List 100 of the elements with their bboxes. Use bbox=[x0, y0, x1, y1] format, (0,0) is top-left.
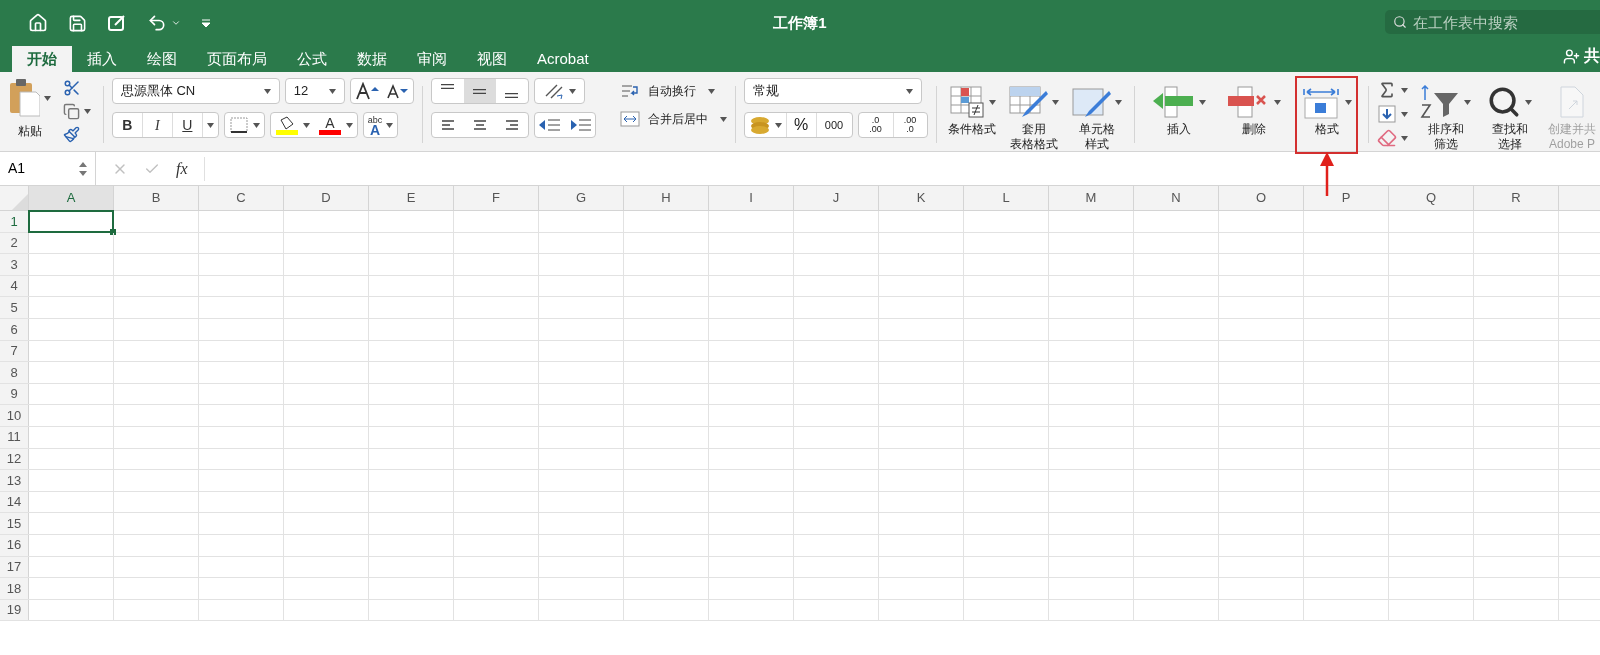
font-style-button[interactable]: I bbox=[142, 113, 173, 137]
row-header[interactable]: 1 bbox=[0, 211, 29, 232]
ribbon-button[interactable]: 插入 bbox=[1147, 78, 1211, 152]
column-header[interactable]: P bbox=[1304, 186, 1389, 210]
caret-icon[interactable] bbox=[905, 88, 913, 94]
caret-icon[interactable] bbox=[1525, 99, 1532, 105]
borders-icon[interactable] bbox=[228, 116, 249, 134]
row-header[interactable]: 15 bbox=[0, 513, 29, 534]
customize-icon[interactable] bbox=[201, 18, 211, 28]
row-header[interactable]: 3 bbox=[0, 254, 29, 275]
column-header[interactable]: B bbox=[114, 186, 199, 210]
cut-icon[interactable] bbox=[63, 79, 81, 97]
row-header[interactable]: 6 bbox=[0, 318, 29, 340]
row-header[interactable]: 18 bbox=[0, 578, 29, 599]
add-person-icon[interactable] bbox=[1563, 47, 1580, 65]
ribbon-tab[interactable]: Acrobat bbox=[522, 46, 604, 72]
ribbon-button[interactable]: 格式 bbox=[1297, 78, 1357, 152]
row-header[interactable]: 5 bbox=[0, 297, 29, 318]
eraser-icon[interactable] bbox=[1377, 128, 1397, 148]
caret-icon[interactable] bbox=[719, 116, 727, 122]
stepper-icon[interactable] bbox=[79, 161, 87, 176]
save-icon[interactable] bbox=[68, 13, 87, 33]
decrease-decimal-button[interactable]: .00 .0 bbox=[892, 113, 927, 137]
ribbon-tab[interactable]: 绘图 bbox=[132, 46, 192, 72]
column-header[interactable]: K bbox=[879, 186, 964, 210]
caret-icon[interactable] bbox=[1115, 99, 1123, 105]
ribbon-button[interactable]: 单元格 样式 bbox=[1067, 78, 1127, 152]
ribbon-tab[interactable]: 视图 bbox=[462, 46, 522, 72]
function-button[interactable]: fx bbox=[176, 156, 188, 181]
search-field[interactable]: 在工作表中搜索 bbox=[1385, 10, 1600, 34]
increase-font-icon[interactable] bbox=[354, 82, 381, 100]
name-box[interactable]: A1 bbox=[0, 152, 96, 185]
wrap-text-button[interactable]: 自动换行 bbox=[619, 82, 727, 100]
merge-center-button[interactable]: 合并后居中 bbox=[619, 110, 727, 128]
caret-icon[interactable] bbox=[774, 122, 782, 128]
column-header[interactable]: I bbox=[709, 186, 794, 210]
caret-icon[interactable] bbox=[1464, 99, 1471, 105]
ribbon-tab[interactable]: 数据 bbox=[342, 46, 402, 72]
column-header[interactable]: E bbox=[369, 186, 454, 210]
decrease-font-icon[interactable] bbox=[384, 82, 409, 100]
undo-icon[interactable] bbox=[147, 13, 167, 33]
caret-icon[interactable] bbox=[1199, 99, 1207, 105]
selected-cell[interactable] bbox=[28, 210, 114, 233]
row-header[interactable]: 10 bbox=[0, 405, 29, 426]
row-header[interactable]: 8 bbox=[0, 362, 29, 383]
percent-button[interactable]: % bbox=[785, 113, 816, 137]
column-header[interactable]: C bbox=[199, 186, 284, 210]
caret-icon[interactable] bbox=[44, 95, 51, 101]
home-icon[interactable] bbox=[28, 13, 48, 33]
caret-icon[interactable] bbox=[386, 122, 394, 128]
ribbon-tab[interactable]: 开始 bbox=[12, 46, 72, 72]
caret-icon[interactable] bbox=[1052, 99, 1060, 105]
caret-icon[interactable] bbox=[1401, 111, 1408, 117]
caret-icon[interactable] bbox=[84, 109, 91, 114]
font-style-button[interactable]: U bbox=[172, 113, 203, 137]
row-header[interactable]: 7 bbox=[0, 340, 29, 362]
row-header[interactable]: 9 bbox=[0, 383, 29, 405]
row-header[interactable]: 11 bbox=[0, 426, 29, 448]
font-name-field[interactable]: 思源黑体 CN bbox=[111, 78, 280, 104]
copy-icon[interactable] bbox=[63, 103, 80, 120]
number-format-field[interactable]: 常规 bbox=[743, 78, 922, 104]
caret-icon[interactable] bbox=[206, 122, 214, 128]
column-header[interactable]: R bbox=[1474, 186, 1559, 210]
ribbon-button[interactable]: 套用 表格格式 bbox=[1004, 78, 1064, 152]
caret-icon[interactable] bbox=[252, 122, 260, 128]
row-header[interactable]: 19 bbox=[0, 599, 29, 621]
comma-button[interactable]: 000 bbox=[815, 113, 852, 137]
caret-icon[interactable] bbox=[988, 99, 996, 105]
row-header[interactable]: 12 bbox=[0, 448, 29, 470]
caret-icon[interactable] bbox=[1401, 87, 1408, 93]
ribbon-tab[interactable]: 页面布局 bbox=[192, 46, 282, 72]
row-header[interactable]: 2 bbox=[0, 232, 29, 254]
ribbon-button[interactable]: 删除 bbox=[1222, 78, 1286, 152]
format-painter-icon[interactable] bbox=[63, 126, 80, 143]
ribbon-tab[interactable]: 公式 bbox=[282, 46, 342, 72]
edit-icon[interactable] bbox=[107, 13, 127, 33]
column-header[interactable]: J bbox=[794, 186, 879, 210]
caret-icon[interactable] bbox=[1274, 99, 1282, 105]
row-header[interactable]: 13 bbox=[0, 470, 29, 491]
ribbon-tab[interactable]: 审阅 bbox=[402, 46, 462, 72]
increase-decimal-button[interactable]: .0 .00 bbox=[858, 113, 893, 137]
caret-icon[interactable] bbox=[1345, 99, 1353, 105]
ribbon-button[interactable]: 排序和 筛选 bbox=[1416, 78, 1475, 152]
font-size-field[interactable]: 12 bbox=[284, 78, 345, 104]
paste-button[interactable]: 粘贴 bbox=[8, 78, 51, 143]
row-header[interactable]: 14 bbox=[0, 491, 29, 513]
caret-icon[interactable] bbox=[328, 88, 336, 94]
column-header[interactable]: G bbox=[539, 186, 624, 210]
column-header[interactable]: Q bbox=[1389, 186, 1474, 210]
share-button[interactable]: 共 bbox=[1584, 44, 1600, 68]
row-header[interactable]: 17 bbox=[0, 556, 29, 578]
caret-icon[interactable] bbox=[1401, 135, 1408, 141]
caret-icon[interactable] bbox=[302, 122, 310, 128]
column-header[interactable]: F bbox=[454, 186, 539, 210]
column-header[interactable]: A bbox=[29, 186, 114, 210]
column-header[interactable]: L bbox=[964, 186, 1049, 210]
ribbon-button[interactable]: 条件格式 bbox=[944, 78, 1001, 152]
column-header[interactable]: D bbox=[284, 186, 369, 210]
row-header[interactable]: 4 bbox=[0, 275, 29, 297]
caret-icon[interactable] bbox=[171, 18, 181, 28]
